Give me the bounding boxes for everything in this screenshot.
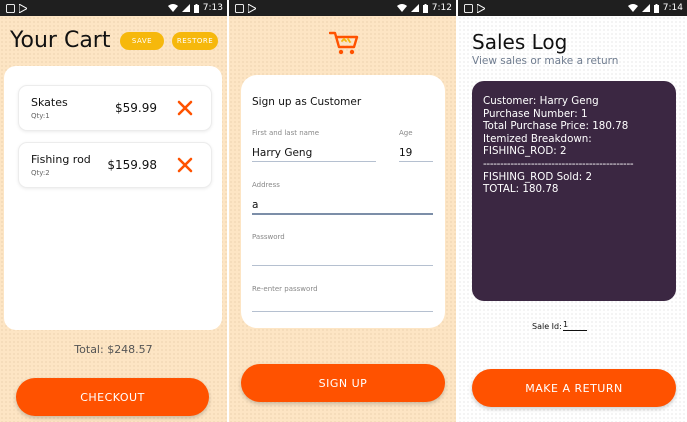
screen-record-icon: [464, 3, 473, 13]
form-heading: Sign up as Customer: [252, 96, 362, 108]
password-field-underline: [252, 265, 433, 266]
sign-up-button[interactable]: SIGN UP: [241, 364, 445, 402]
age-field[interactable]: 19: [399, 147, 412, 159]
name-label: First and last name: [252, 129, 320, 137]
signup-form: Sign up as Customer First and last name …: [241, 75, 445, 328]
signal-icon: [641, 4, 650, 12]
signal-icon: [410, 4, 419, 12]
shopping-cart-icon: [328, 30, 359, 56]
item-quantity: Qty:2: [31, 169, 50, 177]
password-label: Password: [252, 233, 285, 241]
cart-item: Skates Qty:1 $59.99: [18, 85, 212, 131]
log-line: Purchase Number: 1: [483, 107, 588, 120]
item-price: $159.98: [107, 158, 157, 172]
log-line: FISHING_ROD: 2: [483, 145, 567, 158]
name-field-underline: [252, 161, 376, 162]
cart-screen: 7:13 Your Cart SAVE RESTORE Skates Qty:1…: [0, 0, 227, 422]
battery-icon: [193, 3, 199, 13]
sale-id-input[interactable]: 1: [563, 320, 587, 331]
play-store-icon: [248, 3, 256, 13]
battery-icon: [653, 3, 659, 13]
signup-screen: 7:12 Sign up as Customer First and last …: [229, 0, 456, 422]
item-price: $59.99: [115, 101, 157, 115]
cart-total: Total: $248.57: [74, 343, 153, 356]
page-title: Your Cart: [10, 28, 111, 53]
make-return-button[interactable]: MAKE A RETURN: [472, 369, 676, 407]
item-name: Skates: [31, 96, 68, 109]
battery-icon: [422, 3, 428, 13]
close-icon[interactable]: [177, 100, 193, 116]
address-field[interactable]: a: [252, 199, 258, 211]
checkout-button[interactable]: CHECKOUT: [16, 378, 209, 416]
item-quantity: Qty:1: [31, 112, 50, 120]
status-bar: 7:14: [458, 0, 687, 16]
name-field[interactable]: Harry Geng: [252, 147, 312, 159]
log-line: FISHING_ROD Sold: 2: [483, 170, 593, 183]
cart-item: Fishing rod Qty:2 $159.98: [18, 142, 212, 188]
cart-items-panel: Skates Qty:1 $59.99 Fishing rod Qty:2 $1…: [4, 66, 222, 330]
screen-record-icon: [235, 3, 244, 13]
age-label: Age: [399, 129, 413, 137]
wifi-icon: [396, 4, 407, 12]
address-label: Address: [252, 181, 280, 189]
log-line: TOTAL: 180.78: [483, 183, 559, 196]
wifi-icon: [627, 4, 638, 12]
sales-log-panel: Customer: Harry Geng Purchase Number: 1 …: [472, 81, 676, 301]
log-line: Customer: Harry Geng: [483, 95, 599, 107]
item-name: Fishing rod: [31, 153, 91, 166]
status-bar: 7:12: [229, 0, 456, 16]
sale-id-label: Sale Id:: [532, 322, 562, 331]
close-icon[interactable]: [177, 157, 193, 173]
log-line: Itemized Breakdown:: [483, 132, 592, 145]
address-field-underline: [252, 213, 433, 215]
wifi-icon: [167, 4, 178, 12]
status-time: 7:12: [431, 3, 452, 13]
signal-icon: [181, 4, 190, 12]
page-title: Sales Log: [472, 30, 568, 54]
screen-record-icon: [6, 3, 15, 13]
save-button[interactable]: SAVE: [120, 32, 164, 50]
restore-button[interactable]: RESTORE: [172, 32, 218, 50]
log-divider: ----------------------------------------…: [483, 157, 634, 170]
status-bar: 7:13: [0, 0, 227, 16]
sales-log-screen: 7:14 Sales Log View sales or make a retu…: [458, 0, 687, 422]
status-time: 7:14: [662, 3, 683, 13]
age-field-underline: [399, 161, 433, 162]
play-store-icon: [19, 3, 27, 13]
status-time: 7:13: [202, 3, 223, 13]
reenter-password-label: Re-enter password: [252, 285, 318, 293]
reenter-password-underline: [252, 311, 433, 312]
page-subtitle: View sales or make a return: [472, 55, 619, 67]
play-store-icon: [477, 3, 485, 13]
log-line: Total Purchase Price: 180.78: [483, 120, 629, 133]
